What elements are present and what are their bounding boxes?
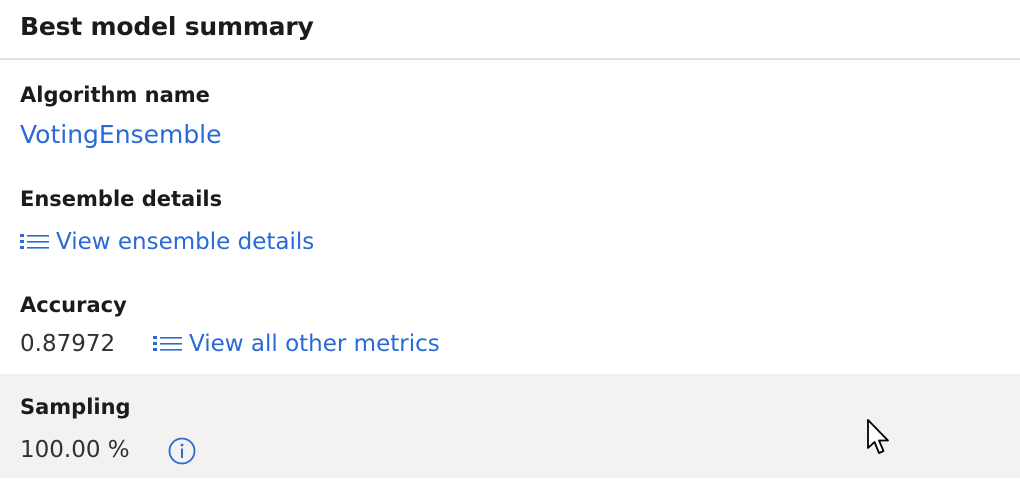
algorithm-name-label: Algorithm name — [20, 83, 210, 107]
sampling-value: 100.00 % — [20, 437, 130, 463]
accuracy-label: Accuracy — [20, 293, 127, 317]
best-model-summary-panel: Best model summary Algorithm name Voting… — [0, 0, 1020, 484]
panel-header: Best model summary — [0, 0, 1020, 60]
ensemble-details-label: Ensemble details — [20, 187, 223, 211]
info-icon[interactable] — [167, 436, 197, 466]
list-icon — [20, 234, 49, 249]
view-ensemble-details-link[interactable]: View ensemble details — [20, 228, 314, 256]
mouse-cursor-icon — [867, 419, 889, 454]
view-all-other-metrics-link[interactable]: View all other metrics — [153, 330, 440, 358]
view-ensemble-details-label: View ensemble details — [56, 229, 315, 255]
panel-title: Best model summary — [20, 12, 314, 41]
algorithm-name-link[interactable]: VotingEnsemble — [20, 120, 222, 150]
sampling-label: Sampling — [20, 395, 131, 419]
view-all-other-metrics-label: View all other metrics — [189, 331, 440, 357]
list-icon — [153, 336, 182, 351]
accuracy-value: 0.87972 — [20, 331, 116, 357]
